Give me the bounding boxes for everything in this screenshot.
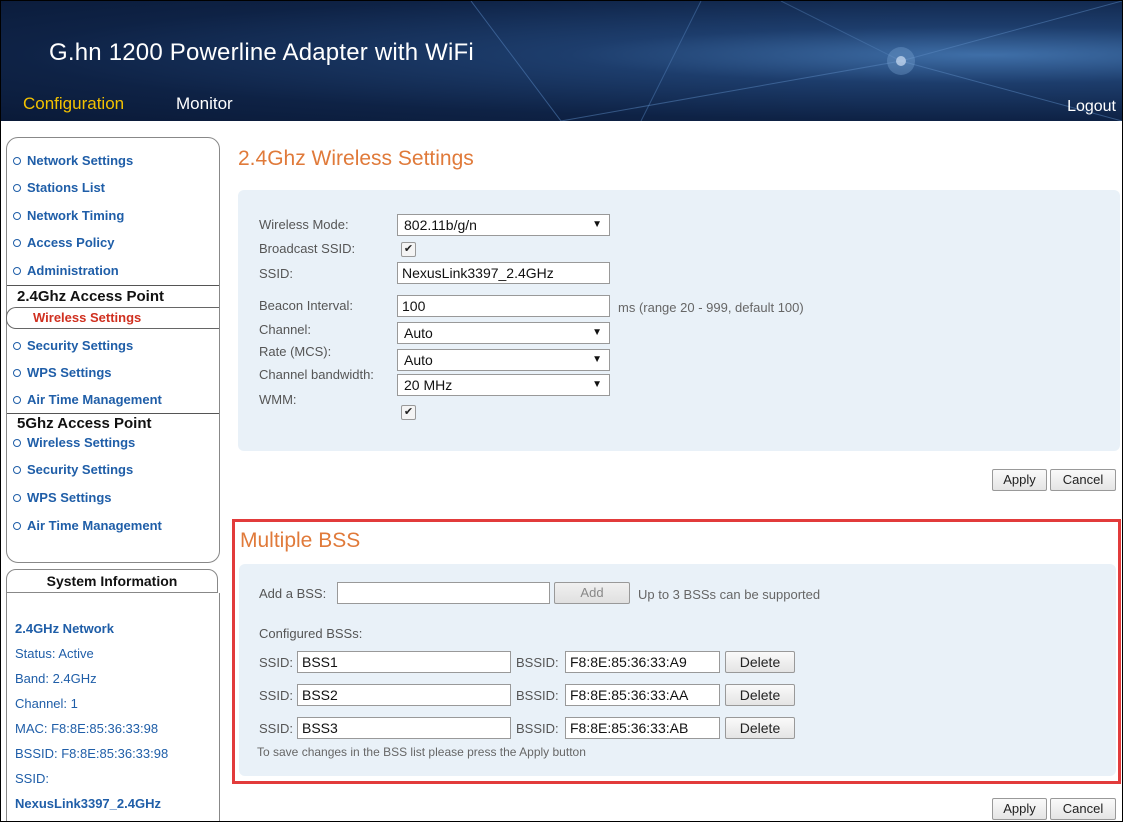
rate-select[interactable]: Auto ▼ <box>397 349 610 371</box>
add-bss-hint: Up to 3 BSSs can be supported <box>638 587 821 602</box>
channel-bandwidth-select[interactable]: 20 MHz ▼ <box>397 374 610 396</box>
sysinfo-status: Status: Active <box>15 646 94 661</box>
sysinfo-ssid-label: SSID: <box>15 771 49 786</box>
bss-bssid-label: BSSID: <box>516 688 559 703</box>
channel-label: Channel: <box>259 322 312 337</box>
sidebar-item-24-security-settings[interactable]: Security Settings <box>7 338 133 353</box>
dropdown-arrow-icon: ▼ <box>592 327 602 338</box>
page-frame: G.hn 1200 Powerline Adapter with WiFi Co… <box>0 0 1123 822</box>
bullet-icon <box>13 439 21 448</box>
sysinfo-channel: Channel: 1 <box>15 696 78 711</box>
bullet-icon <box>13 522 21 531</box>
sidebar-item-5-wireless-settings[interactable]: Wireless Settings <box>7 435 135 450</box>
beacon-interval-label: Beacon Interval: <box>259 298 353 313</box>
bss-ssid-input[interactable] <box>297 651 511 673</box>
bss-save-note: To save changes in the BSS list please p… <box>257 745 586 759</box>
sidebar-item-24-air-time[interactable]: Air Time Management <box>7 392 162 407</box>
rate-label: Rate (MCS): <box>259 344 332 359</box>
ssid-label: SSID: <box>259 266 293 281</box>
broadcast-ssid-checkbox[interactable]: ✔ <box>401 242 416 257</box>
cancel-button[interactable]: Cancel <box>1050 469 1116 491</box>
bss-bssid-value: F8:8E:85:36:33:AA <box>565 684 720 706</box>
broadcast-ssid-label: Broadcast SSID: <box>259 241 356 256</box>
sidebar-item-5-security-settings[interactable]: Security Settings <box>7 462 133 477</box>
header-banner: G.hn 1200 Powerline Adapter with WiFi Co… <box>1 1 1122 121</box>
sidebar-item-stations-list[interactable]: Stations List <box>7 180 105 195</box>
bss-ssid-input[interactable] <box>297 684 511 706</box>
apply-button[interactable]: Apply <box>992 798 1047 820</box>
sidebar-heading-5ghz: 5Ghz Access Point <box>17 415 152 432</box>
add-bss-label: Add a BSS: <box>259 586 327 601</box>
dropdown-arrow-icon: ▼ <box>592 379 602 390</box>
delete-bss-button[interactable]: Delete <box>725 684 795 706</box>
bss-bssid-value: F8:8E:85:36:33:AB <box>565 717 720 739</box>
cancel-button[interactable]: Cancel <box>1050 798 1116 820</box>
bullet-icon <box>13 239 21 248</box>
sysinfo-ssid-value: NexusLink3397_2.4GHz <box>15 796 161 811</box>
sidebar-item-5-wps-settings[interactable]: WPS Settings <box>7 490 112 505</box>
bullet-icon <box>13 212 21 221</box>
sidebar-item-24-wireless-settings[interactable]: Wireless Settings <box>33 310 141 325</box>
wmm-checkbox[interactable]: ✔ <box>401 405 416 420</box>
wireless-mode-select[interactable]: 802.11b/g/n ▼ <box>397 214 610 236</box>
bullet-icon <box>13 157 21 166</box>
beacon-interval-input[interactable] <box>397 295 610 317</box>
bss-ssid-label: SSID: <box>259 721 293 736</box>
ssid-input[interactable] <box>397 262 610 284</box>
bss-ssid-input[interactable] <box>297 717 511 739</box>
bullet-icon <box>13 466 21 475</box>
sidebar-item-network-timing[interactable]: Network Timing <box>7 208 124 223</box>
bullet-icon <box>13 494 21 503</box>
bullet-icon <box>13 267 21 276</box>
bss-ssid-label: SSID: <box>259 688 293 703</box>
dropdown-arrow-icon: ▼ <box>592 219 602 230</box>
bss-bssid-value: F8:8E:85:36:33:A9 <box>565 651 720 673</box>
bullet-icon <box>13 369 21 378</box>
nav-configuration[interactable]: Configuration <box>23 94 124 114</box>
sidebar-item-24-wps-settings[interactable]: WPS Settings <box>7 365 112 380</box>
nav-monitor[interactable]: Monitor <box>176 94 233 114</box>
bullet-icon <box>13 342 21 351</box>
multiple-bss-title: Multiple BSS <box>240 529 361 552</box>
logout-link[interactable]: Logout <box>1067 98 1116 116</box>
dropdown-arrow-icon: ▼ <box>592 354 602 365</box>
sidebar: Network Settings Stations List Network T… <box>6 137 220 563</box>
sidebar-item-access-policy[interactable]: Access Policy <box>7 235 114 250</box>
wmm-label: WMM: <box>259 392 297 407</box>
add-bss-input[interactable] <box>337 582 550 604</box>
bss-bssid-label: BSSID: <box>516 655 559 670</box>
bullet-icon <box>13 396 21 405</box>
sidebar-divider <box>7 285 219 286</box>
add-bss-button[interactable]: Add <box>554 582 630 604</box>
sysinfo-network: 2.4GHz Network <box>15 621 114 636</box>
sidebar-divider <box>7 413 219 414</box>
delete-bss-button[interactable]: Delete <box>725 717 795 739</box>
wireless-mode-label: Wireless Mode: <box>259 217 349 232</box>
configured-bss-label: Configured BSSs: <box>259 626 363 641</box>
beacon-interval-hint: ms (range 20 - 999, default 100) <box>618 300 804 315</box>
bss-bssid-label: BSSID: <box>516 721 559 736</box>
delete-bss-button[interactable]: Delete <box>725 651 795 673</box>
page-title: 2.4Ghz Wireless Settings <box>238 147 474 170</box>
channel-bandwidth-label: Channel bandwidth: <box>259 367 374 382</box>
system-information-title: System Information <box>6 569 218 593</box>
sysinfo-band: Band: 2.4GHz <box>15 671 97 686</box>
sysinfo-mac: MAC: F8:8E:85:36:33:98 <box>15 721 159 736</box>
bss-ssid-label: SSID: <box>259 655 293 670</box>
channel-select[interactable]: Auto ▼ <box>397 322 610 344</box>
sidebar-item-administration[interactable]: Administration <box>7 263 119 278</box>
bullet-icon <box>13 184 21 193</box>
sysinfo-bssid: BSSID: F8:8E:85:36:33:98 <box>15 746 169 761</box>
apply-button[interactable]: Apply <box>992 469 1047 491</box>
wireless-settings-panel <box>238 190 1120 451</box>
app-title: G.hn 1200 Powerline Adapter with WiFi <box>49 39 474 66</box>
sidebar-item-5-air-time[interactable]: Air Time Management <box>7 518 162 533</box>
sidebar-item-network-settings[interactable]: Network Settings <box>7 153 133 168</box>
system-information-panel: 2.4GHz Network Status: Active Band: 2.4G… <box>6 593 220 821</box>
sidebar-heading-24ghz: 2.4Ghz Access Point <box>17 288 164 305</box>
